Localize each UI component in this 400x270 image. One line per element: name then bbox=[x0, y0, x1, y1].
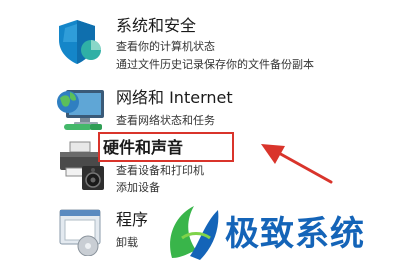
category-title-network-internet[interactable]: 网络和 Internet bbox=[116, 88, 233, 108]
link-file-history-backup[interactable]: 通过文件历史记录保存你的文件备份副本 bbox=[116, 58, 314, 72]
category-title-system-security[interactable]: 系统和安全 bbox=[116, 16, 196, 36]
programs-icon[interactable] bbox=[56, 206, 106, 260]
link-view-network-status[interactable]: 查看网络状态和任务 bbox=[116, 114, 215, 128]
category-title-programs[interactable]: 程序 bbox=[116, 210, 148, 230]
watermark-text: 极致系统 bbox=[225, 214, 365, 254]
link-view-computer-status[interactable]: 查看你的计算机状态 bbox=[116, 40, 215, 54]
category-title-hardware-sound[interactable]: 硬件和声音 bbox=[103, 138, 183, 158]
network-globe-icon[interactable] bbox=[54, 84, 106, 138]
watermark-logo-icon bbox=[160, 198, 230, 270]
link-view-devices-printers[interactable]: 查看设备和打印机 bbox=[116, 164, 204, 178]
link-uninstall[interactable]: 卸载 bbox=[116, 236, 138, 250]
shield-icon[interactable] bbox=[55, 16, 105, 70]
link-add-device[interactable]: 添加设备 bbox=[116, 181, 160, 195]
annotation-arrow-icon bbox=[255, 138, 335, 192]
